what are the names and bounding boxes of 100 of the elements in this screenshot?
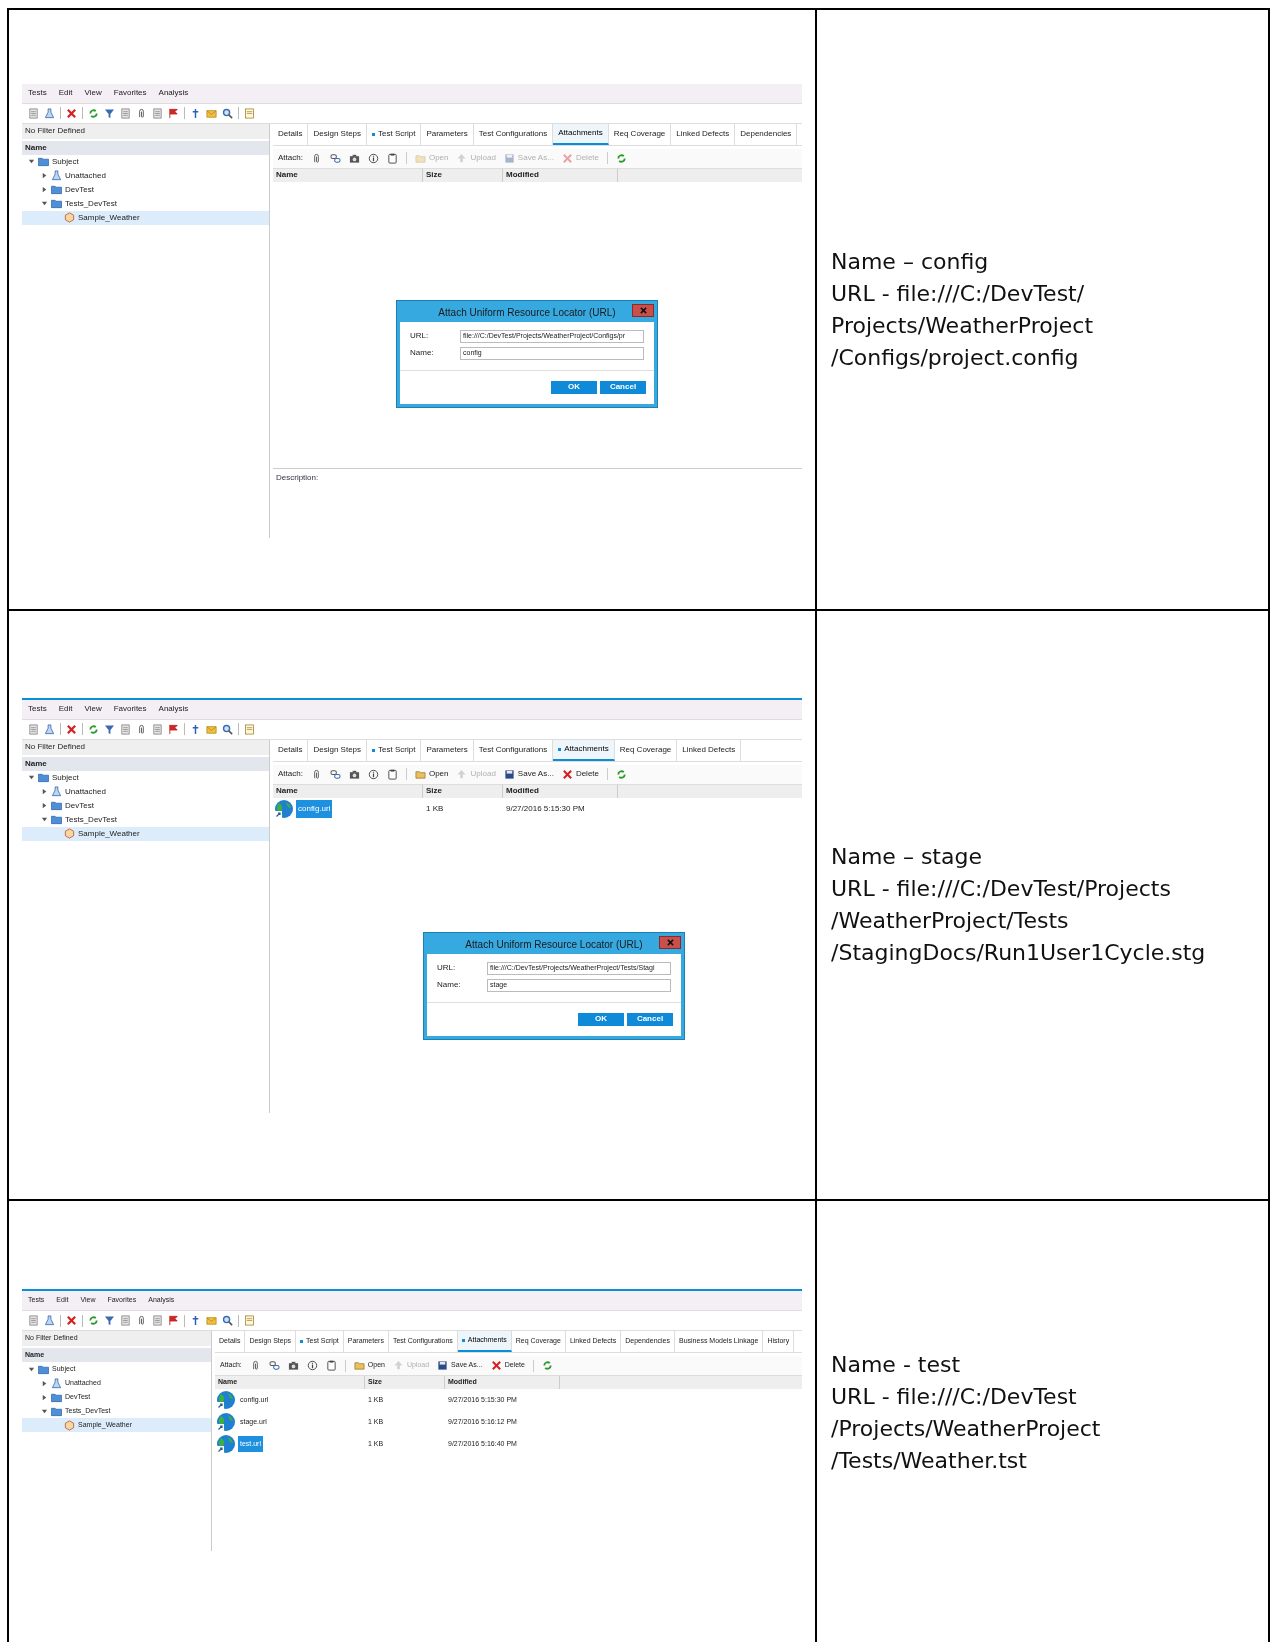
- close-icon: [66, 723, 77, 735]
- filter-icon: [104, 107, 115, 119]
- tab[interactable]: Attachments: [553, 123, 609, 145]
- column-header[interactable]: Size: [423, 784, 503, 798]
- dialog-button[interactable]: OK: [551, 380, 597, 394]
- tab[interactable]: Attachments: [553, 739, 615, 761]
- cube-icon: [64, 212, 75, 223]
- menu-item[interactable]: Favorites: [113, 703, 147, 715]
- paperclip-icon: [136, 107, 147, 119]
- cube-icon: [64, 1419, 75, 1431]
- tree-item[interactable]: Subject: [22, 770, 269, 785]
- document-icon: [120, 723, 131, 735]
- menu-item[interactable]: Tests: [28, 703, 47, 715]
- menu-item[interactable]: Tests: [28, 87, 47, 99]
- folder-icon: [51, 1405, 62, 1417]
- flask-icon: [44, 1315, 55, 1326]
- tab[interactable]: Test Script: [367, 123, 422, 145]
- toolbar-button[interactable]: Save As...: [503, 768, 554, 780]
- camera-icon: [348, 152, 360, 164]
- search-icon: [222, 723, 233, 735]
- tree-item[interactable]: DevTest: [22, 798, 269, 813]
- globe-shortcut-icon: [216, 1390, 236, 1410]
- tab[interactable]: Design Steps: [308, 123, 368, 145]
- tree-item[interactable]: Unattached: [22, 784, 269, 799]
- document-icon: [152, 107, 163, 119]
- info-icon: [306, 1360, 318, 1371]
- globe-shortcut-icon: [216, 1434, 236, 1454]
- mail-icon: [206, 1315, 217, 1326]
- chain-icon: [329, 152, 341, 164]
- tree-item[interactable]: Tests_DevTest: [22, 812, 269, 827]
- menu-item[interactable]: View: [84, 703, 102, 715]
- menu-item[interactable]: View: [84, 87, 102, 99]
- column-header[interactable]: Modified: [503, 784, 618, 798]
- menu-item[interactable]: Analysis: [158, 703, 189, 715]
- tab[interactable]: Parameters: [421, 123, 474, 145]
- flask-icon: [51, 1377, 62, 1389]
- tab[interactable]: Req Coverage: [614, 739, 678, 761]
- column-header[interactable]: Modified: [503, 168, 618, 182]
- tab[interactable]: Parameters: [421, 739, 474, 761]
- search-icon: [222, 1315, 233, 1326]
- tab[interactable]: Details: [273, 123, 309, 145]
- document-icon: [120, 1315, 131, 1326]
- menu-item[interactable]: Analysis: [158, 87, 189, 99]
- flag-icon: [168, 107, 179, 119]
- info-icon: [367, 768, 379, 780]
- tree-item[interactable]: Subject: [22, 154, 269, 169]
- refresh-icon: [88, 723, 99, 735]
- column-header[interactable]: Size: [423, 168, 503, 182]
- delete-icon: [490, 1360, 502, 1371]
- dialog-button[interactable]: Cancel: [627, 1012, 673, 1026]
- tab[interactable]: Dependencies: [735, 123, 798, 145]
- upload-icon: [456, 152, 468, 164]
- filter-icon: [104, 723, 115, 735]
- attach-label: Attach:: [278, 152, 303, 164]
- document-icon: [28, 723, 39, 735]
- flask-icon: [44, 107, 55, 119]
- dialog-title: Attach Uniform Resource Locator (URL): [438, 306, 616, 320]
- tree-item[interactable]: Unattached: [22, 168, 269, 183]
- column-header[interactable]: Name: [273, 784, 423, 798]
- attach-label: Attach:: [278, 768, 303, 780]
- close-button[interactable]: [632, 303, 654, 317]
- close-icon: [66, 107, 77, 119]
- chain-icon: [329, 768, 341, 780]
- tab[interactable]: Linked Defects: [671, 123, 736, 145]
- save-icon: [437, 1360, 449, 1371]
- tree-item[interactable]: DevTest: [22, 182, 269, 197]
- flask-icon: [51, 786, 62, 797]
- menu-item[interactable]: Edit: [58, 87, 73, 99]
- chain-icon: [268, 1360, 280, 1371]
- column-header[interactable]: Name: [273, 168, 423, 182]
- tree-item[interactable]: Sample_Weather: [22, 826, 269, 841]
- menu-item[interactable]: Favorites: [113, 87, 147, 99]
- tab[interactable]: Test Script: [367, 739, 422, 761]
- filter-icon: [104, 1315, 115, 1326]
- globe-shortcut-icon: [274, 798, 294, 819]
- clipboard-icon: [386, 152, 398, 164]
- table-cell-text: 9/27/2016 5:15:30 PM: [505, 802, 586, 815]
- refresh-icon: [88, 1315, 99, 1326]
- tab[interactable]: Design Steps: [308, 739, 368, 761]
- caption-text: Name - test URL - file:///C:/DevTest /Projects/WeatherProject /Tests/Weather.tst: [831, 1351, 1102, 1475]
- close-button[interactable]: [659, 935, 681, 949]
- dialog-title: Attach Uniform Resource Locator (URL): [465, 938, 643, 952]
- description-label: Description:: [276, 472, 319, 482]
- tab[interactable]: Linked Defects: [677, 739, 742, 761]
- toolbar-button[interactable]: Open: [414, 768, 449, 780]
- tab[interactable]: Req Coverage: [608, 123, 672, 145]
- delete-icon: [561, 152, 573, 164]
- folder-icon: [51, 184, 62, 195]
- caption-text: Name – config URL - file:///C:/DevTest/ Projects/WeatherProject /Configs/project.config: [831, 247, 1094, 372]
- info-icon: [367, 152, 379, 164]
- tree-item[interactable]: Tests_DevTest: [22, 196, 269, 211]
- menu-item[interactable]: Edit: [58, 703, 73, 715]
- camera-icon: [348, 768, 360, 780]
- document-icon: [152, 723, 163, 735]
- tree-item[interactable]: Sample_Weather: [22, 210, 269, 225]
- dialog-button[interactable]: Cancel: [600, 380, 646, 394]
- tab[interactable]: Details: [273, 739, 309, 761]
- note-icon: [244, 723, 255, 735]
- dialog-button[interactable]: OK: [578, 1012, 624, 1026]
- toolbar-button[interactable]: Delete: [561, 768, 599, 780]
